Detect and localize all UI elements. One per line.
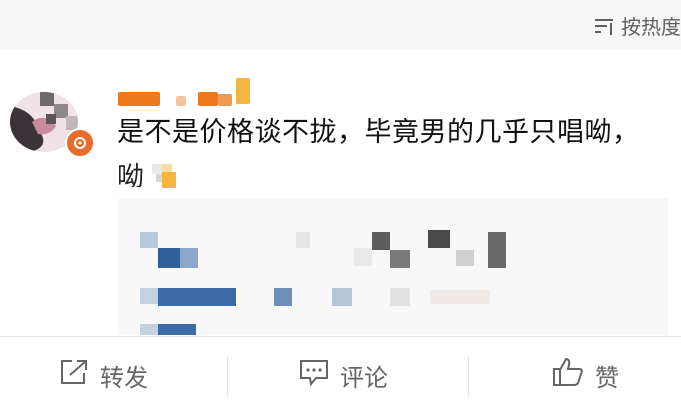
blur-block: [274, 288, 292, 306]
name-block: [176, 96, 186, 106]
name-block: [198, 92, 218, 106]
blur-block: [140, 324, 158, 335]
comment-label: 评论: [340, 363, 388, 392]
like-label: 赞: [595, 363, 619, 392]
sort-label: 按热度: [621, 15, 681, 39]
blur-block: [140, 232, 158, 248]
name-block: [218, 94, 232, 106]
emoji-icon: [150, 162, 180, 190]
blur-block: [158, 248, 180, 268]
repost-icon: [58, 357, 90, 393]
like-button[interactable]: 赞: [551, 337, 619, 413]
verified-badge-icon: [65, 128, 95, 158]
name-block: [118, 92, 160, 106]
comment-text: 是不是价格谈不拢，毕竟男的几乎只唱呦，: [117, 117, 640, 148]
blur-block: [158, 324, 196, 335]
blur-block: [390, 288, 410, 306]
avatar[interactable]: [10, 92, 95, 158]
blur-block: [354, 248, 372, 266]
comment-bubble-icon: [298, 357, 330, 393]
blur-block: [456, 250, 474, 266]
repost-button[interactable]: 转发: [58, 337, 148, 413]
sort-lines-icon: [593, 15, 615, 37]
blur-block: [390, 250, 410, 268]
repost-label: 转发: [100, 363, 148, 392]
blur-block: [372, 232, 390, 250]
divider: [227, 357, 228, 397]
blur-block: [332, 288, 352, 306]
sort-by-popularity-button[interactable]: 按热度: [593, 11, 681, 40]
name-block: [236, 78, 250, 104]
username-blurred[interactable]: [118, 78, 258, 108]
blur-block: [430, 290, 490, 304]
blur-block: [428, 230, 450, 248]
thumbs-up-icon: [551, 356, 585, 394]
comment-text-tail: 呦: [117, 162, 144, 187]
action-bar: 转发 评论 赞: [0, 336, 681, 413]
comment-button[interactable]: 评论: [298, 337, 388, 413]
reply-preview-blurred[interactable]: [118, 198, 668, 335]
sort-bar: 按热度: [0, 0, 681, 51]
blur-block: [180, 248, 198, 268]
blur-block: [158, 288, 236, 306]
divider: [468, 357, 469, 397]
blur-block: [140, 288, 158, 304]
blur-block: [296, 232, 310, 248]
blur-block: [488, 232, 506, 268]
